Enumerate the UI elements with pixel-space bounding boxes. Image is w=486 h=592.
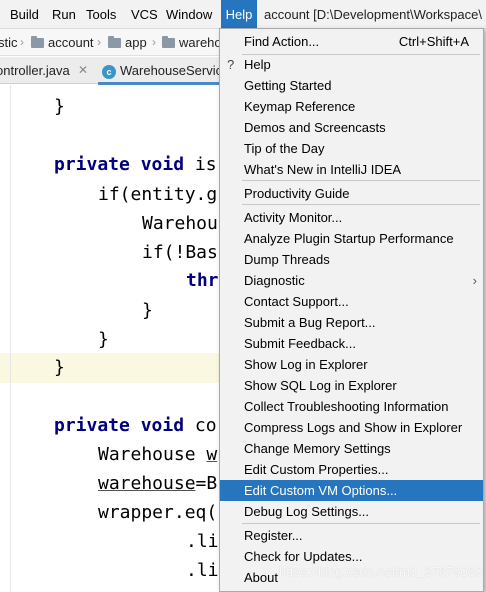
code-line: Warehou xyxy=(142,213,218,234)
menu-item-whats-new[interactable]: What's New in IntelliJ IDEA xyxy=(220,159,483,180)
code-line: } xyxy=(54,96,65,117)
menu-item-register[interactable]: Register... xyxy=(220,525,483,546)
folder-icon xyxy=(108,36,121,48)
menu-item-change-memory[interactable]: Change Memory Settings xyxy=(220,438,483,459)
menu-window[interactable]: Window xyxy=(165,0,213,29)
menu-item-demos[interactable]: Demos and Screencasts xyxy=(220,117,483,138)
menu-item-diagnostic[interactable]: Diagnostic › xyxy=(220,270,483,291)
menu-item-debug-log-settings[interactable]: Debug Log Settings... xyxy=(220,501,483,522)
folder-icon xyxy=(31,36,44,48)
chevron-right-icon: › xyxy=(152,35,156,49)
breadcrumb-item[interactable]: account xyxy=(31,29,94,56)
chevron-right-icon: › xyxy=(472,273,477,288)
code-line: private void co xyxy=(54,415,217,436)
menu-item-dump-threads[interactable]: Dump Threads xyxy=(220,249,483,270)
menu-build[interactable]: Build xyxy=(9,0,40,29)
menu-item-edit-custom-vm-options[interactable]: Edit Custom VM Options... xyxy=(220,480,483,501)
code-line: .li xyxy=(186,531,219,552)
menu-run[interactable]: Run xyxy=(51,0,77,29)
code-line: if(entity.g xyxy=(98,184,218,205)
menu-item-show-sql-log[interactable]: Show SQL Log in Explorer xyxy=(220,375,483,396)
code-line: .li xyxy=(186,560,219,581)
menu-item-collect-troubleshooting[interactable]: Collect Troubleshooting Information xyxy=(220,396,483,417)
menu-vcs[interactable]: VCS xyxy=(130,0,159,29)
breadcrumb-label: app xyxy=(125,35,147,50)
breadcrumb-label: account xyxy=(48,35,94,50)
question-icon: ? xyxy=(227,57,235,72)
folder-icon xyxy=(162,36,175,48)
menu-item-edit-custom-properties[interactable]: Edit Custom Properties... xyxy=(220,459,483,480)
menu-item-tip-of-day[interactable]: Tip of the Day xyxy=(220,138,483,159)
menu-item-help[interactable]: ? Help xyxy=(220,54,483,75)
code-line: } xyxy=(142,300,153,321)
menu-help[interactable]: Help xyxy=(221,0,257,29)
menu-item-find-action[interactable]: Find Action... Ctrl+Shift+A xyxy=(220,31,483,52)
tab-controller[interactable]: ontroller.java xyxy=(0,57,70,84)
code-line: } xyxy=(98,329,109,350)
code-line: private void is xyxy=(54,154,217,175)
breadcrumb-item[interactable]: stic xyxy=(0,29,18,56)
menu-item-compress-logs[interactable]: Compress Logs and Show in Explorer xyxy=(220,417,483,438)
menu-item-keymap-reference[interactable]: Keymap Reference xyxy=(220,96,483,117)
class-c-icon: c xyxy=(102,65,116,79)
window-title: account [D:\Development\Workspace\ xyxy=(264,7,482,22)
code-line: warehouse=B xyxy=(98,473,218,494)
breadcrumb-item[interactable]: wareho xyxy=(162,29,222,56)
breadcrumb-item[interactable]: app xyxy=(108,29,147,56)
menu-item-analyze-plugin[interactable]: Analyze Plugin Startup Performance xyxy=(220,228,483,249)
menu-item-contact-support[interactable]: Contact Support... xyxy=(220,291,483,312)
breadcrumb-label: wareho xyxy=(179,35,222,50)
code-line: if(!Bas xyxy=(142,242,218,263)
chevron-right-icon: › xyxy=(97,35,101,49)
close-icon[interactable]: ✕ xyxy=(78,57,88,84)
help-menu: Find Action... Ctrl+Shift+A ? Help Getting… xyxy=(219,28,484,592)
menu-item-activity-monitor[interactable]: Activity Monitor... xyxy=(220,207,483,228)
chevron-right-icon: › xyxy=(20,35,24,49)
code-line: wrapper.eq( xyxy=(98,502,218,523)
menu-item-submit-bug[interactable]: Submit a Bug Report... xyxy=(220,312,483,333)
menu-item-productivity-guide[interactable]: Productivity Guide xyxy=(220,183,483,204)
code-line: thr xyxy=(186,270,219,291)
menu-item-getting-started[interactable]: Getting Started xyxy=(220,75,483,96)
menu-item-submit-feedback[interactable]: Submit Feedback... xyxy=(220,333,483,354)
tab-warehouse-service[interactable]: c WarehouseServic xyxy=(102,57,222,84)
code-line: Warehouse w xyxy=(98,444,218,465)
tab-label: WarehouseServic xyxy=(120,63,223,78)
menu-separator xyxy=(242,204,480,205)
code-line: } xyxy=(54,357,65,378)
menu-separator xyxy=(242,180,480,181)
watermark: https://blog.csdn.net/m0_37679060 xyxy=(279,564,483,579)
menu-item-show-log[interactable]: Show Log in Explorer xyxy=(220,354,483,375)
menu-separator xyxy=(242,523,480,524)
menu-tools[interactable]: Tools xyxy=(85,0,117,29)
gutter xyxy=(10,85,11,592)
menu-bar: Build Run Tools VCS Window Help account … xyxy=(0,0,486,29)
